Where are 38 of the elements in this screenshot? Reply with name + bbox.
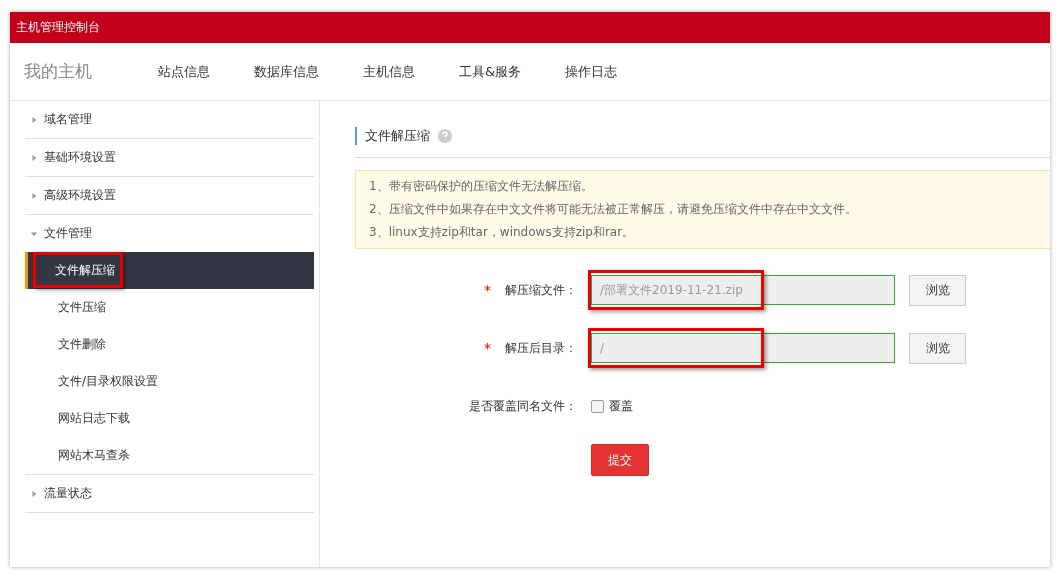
sidebar-group[interactable]: 流量状态 — [25, 475, 314, 512]
nav-tab[interactable]: 工具&服务 — [459, 58, 522, 85]
submit-button[interactable]: 提交 — [591, 444, 649, 476]
browse-button[interactable]: 浏览 — [909, 274, 966, 306]
required-mark: * — [484, 282, 491, 298]
notice-text: 1、带有密码保护的压缩文件无法解压缩。 — [369, 178, 594, 195]
required-mark: * — [484, 340, 491, 356]
browse-button[interactable]: 浏览 — [909, 332, 966, 364]
notice-text: 3、linux支持zip和tar，windows支持zip和rar。 — [369, 224, 636, 241]
sidebar-item[interactable]: 文件/目录权限设置 — [25, 363, 314, 400]
checkbox-label[interactable]: 覆盖 — [609, 397, 633, 415]
sidebar-item[interactable]: 文件删除 — [25, 326, 314, 363]
caret-icon — [30, 230, 38, 237]
sidebar-group[interactable]: 高级环境设置 — [25, 177, 314, 214]
field-label: 是否覆盖同名文件： — [469, 397, 577, 415]
help-icon[interactable] — [438, 129, 452, 143]
sidebar-item[interactable]: 文件压缩 — [25, 289, 314, 326]
sidebar-item[interactable]: 网站木马查杀 — [25, 437, 314, 474]
caret-icon — [31, 115, 37, 124]
notice-text: 2、压缩文件中如果存在中文文件将可能无法被正常解压，请避免压缩文件中存在中文文件。 — [369, 201, 858, 218]
nav-tab[interactable]: 操作日志 — [565, 58, 618, 85]
sidebar-group[interactable]: 域名管理 — [25, 101, 314, 138]
nav-tab[interactable]: 数据库信息 — [254, 58, 319, 85]
nav-tab[interactable]: 站点信息 — [158, 58, 210, 85]
field-label: 解压后目录： — [505, 339, 577, 357]
sidebar-group[interactable]: 文件管理 — [25, 215, 314, 252]
sidebar-item[interactable]: 网站日志下载 — [25, 400, 314, 437]
sidebar-group[interactable]: 基础环境设置 — [25, 139, 314, 176]
sidebar-item[interactable]: 文件解压缩 — [25, 252, 314, 289]
caret-icon — [31, 489, 37, 498]
checkbox[interactable] — [591, 399, 604, 413]
field-label: 解压缩文件： — [505, 281, 577, 299]
caret-icon — [31, 153, 37, 162]
section-title: 文件解压缩 — [355, 127, 430, 145]
window-title: 主机管理控制台 — [16, 19, 100, 36]
brand-title: 我的主机 — [24, 60, 93, 83]
caret-icon — [31, 191, 37, 200]
nav-tab[interactable]: 主机信息 — [363, 58, 415, 85]
